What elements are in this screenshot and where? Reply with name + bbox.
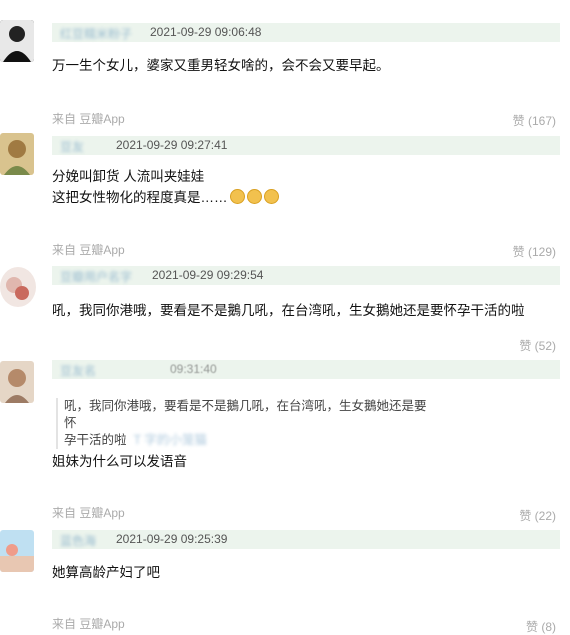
vote-button[interactable]: 赞 (22) <box>519 507 556 524</box>
comment-source: 来自 豆瓣App <box>52 617 125 631</box>
comment-line: 吼，我同你港哦，要看是不是鵝几吼，在台湾吼，生女鵝她还是要怀孕干活的啦 <box>52 303 525 318</box>
comment-text: 她算高龄产妇了吧 <box>52 562 160 583</box>
comment-line: 分娩叫卸货 人流叫夹娃娃 <box>52 169 205 184</box>
comment-text: 吼，我同你港哦，要看是不是鵝几吼，在台湾吼，生女鵝她还是要怀孕干活的啦 <box>52 300 525 321</box>
author-name[interactable]: 红豆糯米粉子 <box>60 25 132 42</box>
comment-header: 豆友 2021-09-29 09:27:41 <box>52 136 560 155</box>
comment-header: 豆瓣用户名字 2021-09-29 09:29:54 <box>52 266 560 285</box>
quote-line-2: 孕干活的啦 T 字的小笼猫 <box>64 432 434 449</box>
comment-source: 来自 豆瓣App <box>52 243 125 257</box>
comment-source: 来自 豆瓣App <box>52 506 125 520</box>
sad-face-icon <box>246 189 262 204</box>
comment-text: 姐妹为什么可以发语音 <box>52 451 187 472</box>
quoted-comment: 吼，我同你港哦，要看是不是鵝几吼，在台湾吼，生女鵝她还是要怀 孕干活的啦 T 字… <box>56 398 434 449</box>
comment-line: 万一生个女儿，婆家又重男轻女啥的，会不会又要早起。 <box>52 58 390 73</box>
author-name[interactable]: 蓝色海 <box>60 532 96 549</box>
comment-line: 姐妹为什么可以发语音 <box>52 454 187 469</box>
vote-button[interactable]: 赞 (167) <box>513 112 556 129</box>
comment-header: 蓝色海 2021-09-29 09:25:39 <box>52 530 560 549</box>
comment-header: 红豆糯米粉子 2021-09-29 09:06:48 <box>52 23 560 42</box>
comment-text: 万一生个女儿，婆家又重男轻女啥的，会不会又要早起。 <box>52 55 390 76</box>
avatar[interactable] <box>0 530 34 572</box>
sad-face-icon <box>229 189 245 204</box>
vote-button[interactable]: 赞 (8) <box>526 618 556 635</box>
avatar[interactable] <box>0 133 34 175</box>
comment-line: 这把女性物化的程度真是…… <box>52 190 228 205</box>
comment-line: 她算高龄产妇了吧 <box>52 565 160 580</box>
vote-button[interactable]: 赞 (129) <box>513 243 556 260</box>
author-name[interactable]: 豆友名 <box>60 362 96 379</box>
comment-time: 2021-09-29 09:25:39 <box>116 532 228 546</box>
comment-time: 2021-09-29 09:29:54 <box>152 268 264 282</box>
avatar[interactable] <box>0 20 34 62</box>
avatar[interactable] <box>0 361 34 403</box>
comment-line-2: 这把女性物化的程度真是…… <box>52 187 279 208</box>
comment-time: 2021-09-29 09:27:41 <box>116 138 228 152</box>
quote-author[interactable]: T 字的小笼猫 <box>133 433 206 447</box>
quote-line: 吼，我同你港哦，要看是不是鵝几吼，在台湾吼，生女鵝她还是要怀 <box>64 399 427 430</box>
avatar[interactable] <box>0 267 36 307</box>
comment-text: 分娩叫卸货 人流叫夹娃娃 这把女性物化的程度真是…… <box>52 166 279 208</box>
author-name[interactable]: 豆友 <box>60 138 84 155</box>
author-name[interactable]: 豆瓣用户名字 <box>60 268 132 285</box>
vote-button[interactable]: 赞 (52) <box>519 337 556 354</box>
comment-time: 09:31:40 <box>170 362 217 376</box>
comment-header: 豆友名 09:31:40 <box>52 360 560 379</box>
quote-line: 孕干活的啦 <box>64 433 127 447</box>
comment-time: 2021-09-29 09:06:48 <box>150 25 262 39</box>
sad-face-icon <box>263 189 279 204</box>
comment-source: 来自 豆瓣App <box>52 112 125 126</box>
